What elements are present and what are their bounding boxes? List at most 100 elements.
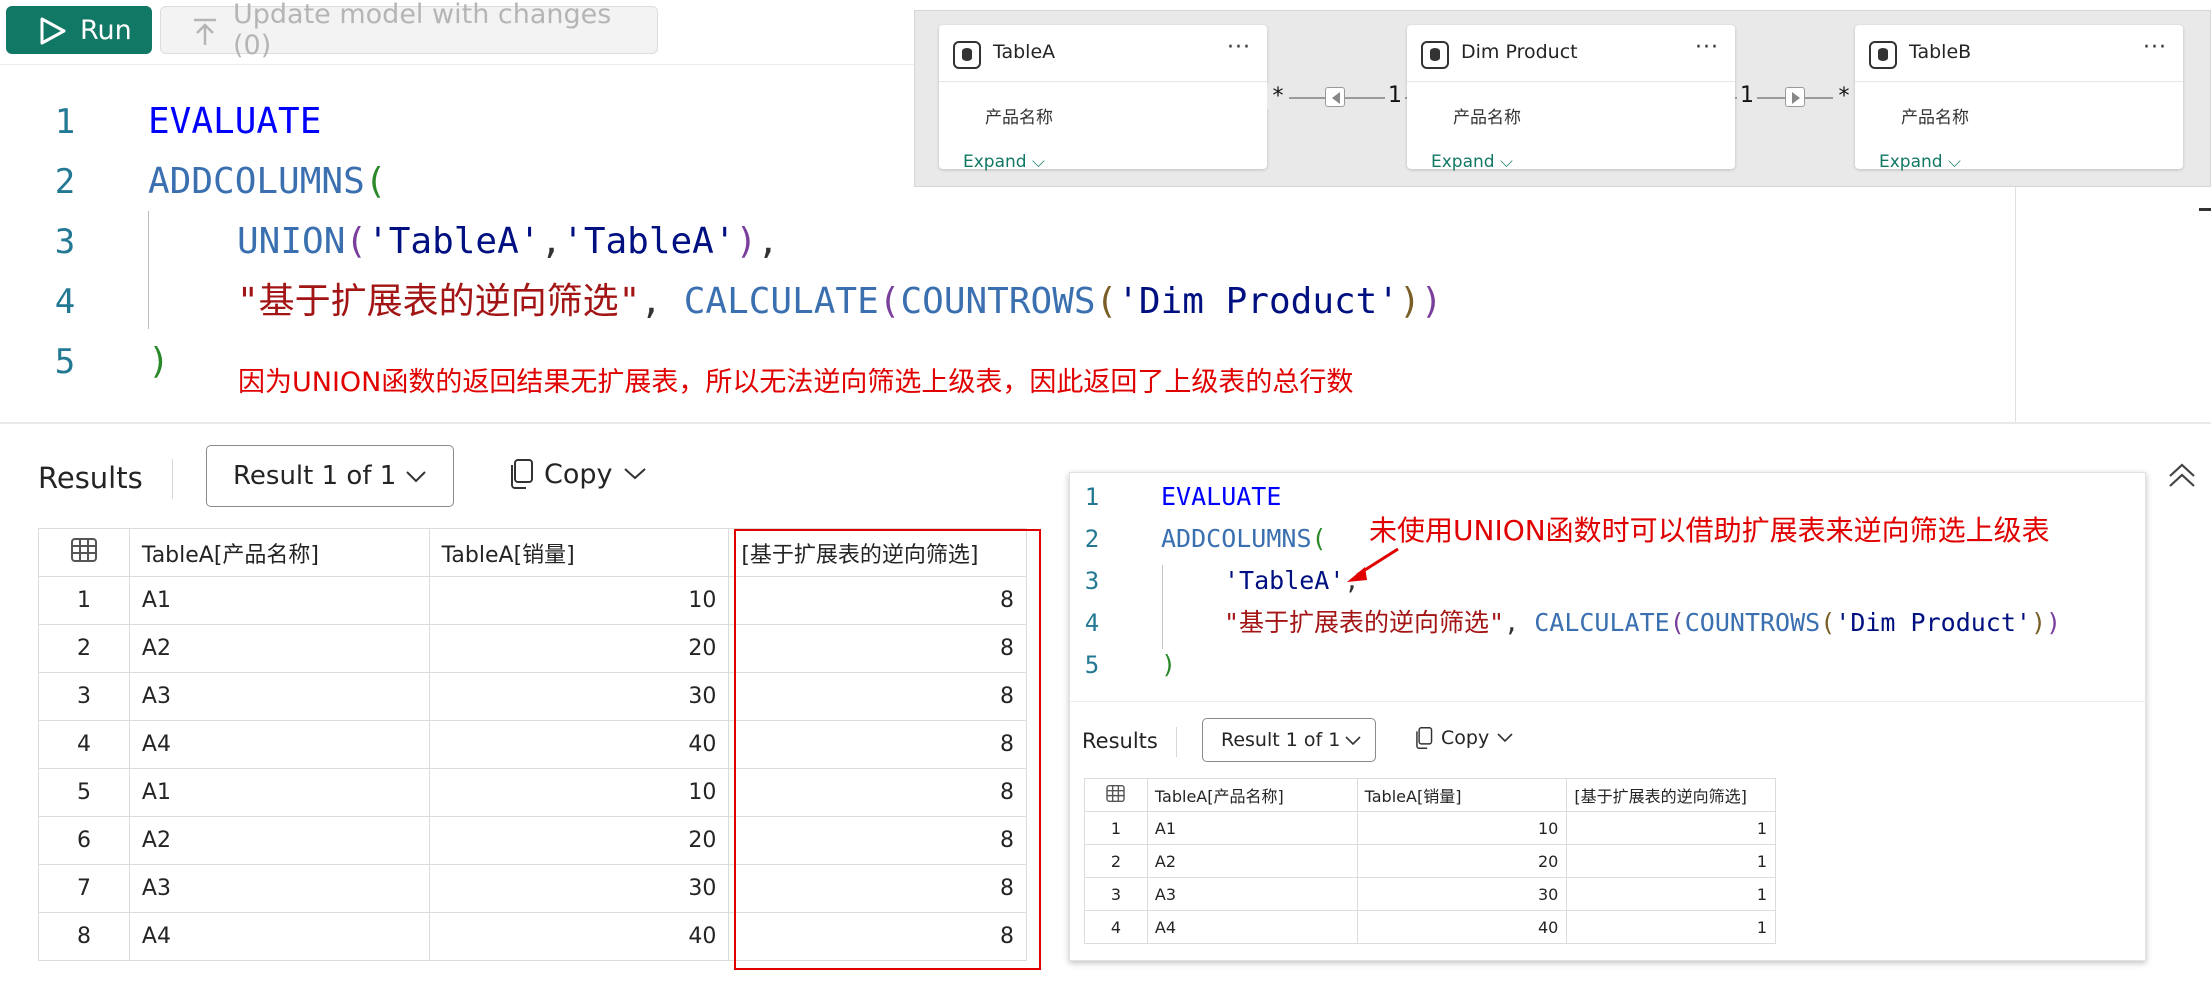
row-index: 8 <box>38 912 130 961</box>
more-options-icon[interactable]: ··· <box>2143 35 2167 60</box>
column-header[interactable]: TableA[销量] <box>428 528 730 577</box>
countrows-function: COUNTROWS <box>900 281 1096 322</box>
column-header[interactable]: [基于扩展表的逆向筛选] <box>1566 778 1776 812</box>
copy-icon <box>1416 727 1433 749</box>
collapse-chevron-icon[interactable] <box>2167 462 2197 488</box>
chevron-down-icon <box>1345 736 1361 746</box>
table-icon <box>953 41 981 69</box>
more-options-icon[interactable]: ··· <box>1227 35 1251 60</box>
grid-icon-cell <box>38 528 130 577</box>
expand-link[interactable]: Expand ⌵ <box>1431 152 1513 172</box>
panel-edge <box>2015 184 2016 424</box>
chevron-down-icon <box>406 471 426 483</box>
cell-sales: 10 <box>428 576 730 625</box>
cell-product: A2 <box>128 624 430 673</box>
copy-icon <box>511 459 533 489</box>
column-header[interactable]: TableA[销量] <box>1356 778 1568 812</box>
cell-product: A3 <box>128 672 430 721</box>
inset-results-table: TableA[产品名称] TableA[销量] [基于扩展表的逆向筛选] 1 A1… <box>1084 778 1776 944</box>
code-line-1: EVALUATE <box>148 92 321 152</box>
cell-sales: 40 <box>1356 910 1568 944</box>
code-line-5: ) <box>1161 650 1177 679</box>
code-line-2: ADDCOLUMNS( <box>1161 524 1327 553</box>
result-selector-dropdown[interactable]: Result 1 of 1 <box>1202 718 1376 762</box>
column-header[interactable]: TableA[产品名称] <box>1146 778 1358 812</box>
cell-product: A4 <box>128 720 430 769</box>
table-title: TableB <box>1909 41 1972 63</box>
result-selector-dropdown[interactable]: Result 1 of 1 <box>206 445 454 507</box>
table-card-tableb[interactable]: TableB ··· 产品名称 Expand ⌵ <box>1855 25 2183 172</box>
table-icon <box>1421 41 1449 69</box>
table-card-tablea[interactable]: TableA ··· 产品名称 Expand ⌵ <box>939 25 1267 172</box>
cell-value: 1 <box>1566 910 1776 944</box>
results-separator <box>172 459 173 499</box>
indent-guide <box>148 211 149 329</box>
table-icon <box>1869 41 1897 69</box>
cell-sales: 40 <box>428 912 730 961</box>
cell-product: A1 <box>128 768 430 817</box>
cell-sales: 20 <box>1356 844 1568 878</box>
run-button[interactable]: Run <box>6 6 152 54</box>
line-number: 5 <box>54 342 76 382</box>
cell-value: 1 <box>1566 844 1776 878</box>
annotation-arrow-icon <box>1347 547 1399 582</box>
result-selector-label: Result 1 of 1 <box>233 461 397 491</box>
cardinality-many: * <box>1833 84 1855 109</box>
cell-sales: 30 <box>1356 877 1568 911</box>
row-index: 7 <box>38 864 130 913</box>
results-title: Results <box>38 461 143 495</box>
line-number: 4 <box>54 282 76 322</box>
cell-product: A1 <box>1146 811 1358 845</box>
chevron-down-icon: ⌵ <box>1031 152 1045 172</box>
cell-sales: 30 <box>428 672 730 721</box>
table-title: Dim Product <box>1461 41 1578 63</box>
table-row: 1 A1 10 1 <box>1084 811 1776 845</box>
line-number: 3 <box>1084 567 1100 595</box>
run-label: Run <box>80 14 132 46</box>
cell-product: A2 <box>128 816 430 865</box>
scroll-marker <box>2199 208 2211 211</box>
highlight-box <box>734 529 1041 970</box>
code-line-1: EVALUATE <box>1161 476 1281 518</box>
column-header[interactable]: TableA[产品名称] <box>128 528 430 577</box>
model-diagram: TableA ··· 产品名称 Expand ⌵ * 1 Dim Product… <box>914 10 2211 187</box>
copy-label: Copy <box>1441 727 1490 749</box>
filter-direction-right-icon <box>1785 87 1805 107</box>
upload-arrow-icon <box>194 18 216 45</box>
inset-divider <box>1070 701 2147 702</box>
line-number: 2 <box>54 162 76 202</box>
table-header-row: TableA[产品名称] TableA[销量] [基于扩展表的逆向筛选] <box>1084 778 1776 812</box>
calculate-function: CALCULATE <box>1534 608 1670 637</box>
results-separator <box>1176 727 1177 757</box>
code-line-5: ) <box>148 341 170 382</box>
table-a-ref: 'TableA' <box>1224 566 1345 595</box>
table-grid-icon <box>1106 784 1126 802</box>
row-index: 3 <box>1084 877 1148 911</box>
table-title: TableA <box>993 41 1056 63</box>
editor-results-divider <box>0 422 2211 424</box>
code-line-3: 'TableA', <box>1224 560 1359 602</box>
table-card-dim-product[interactable]: Dim Product ··· 产品名称 Expand ⌵ <box>1407 25 1735 172</box>
more-options-icon[interactable]: ··· <box>1695 35 1719 60</box>
row-index: 2 <box>38 624 130 673</box>
copy-button[interactable]: Copy <box>1414 726 1513 750</box>
row-index: 1 <box>38 576 130 625</box>
row-index: 5 <box>38 768 130 817</box>
addcolumns-function: ADDCOLUMNS <box>148 161 365 202</box>
comparison-inset: 1 2 3 4 5 EVALUATE ADDCOLUMNS( 'TableA',… <box>1069 472 2147 961</box>
cell-sales: 30 <box>428 864 730 913</box>
expand-link[interactable]: Expand ⌵ <box>963 152 1045 172</box>
cell-sales: 20 <box>428 816 730 865</box>
cell-product: A4 <box>128 912 430 961</box>
code-line-2: ADDCOLUMNS( <box>148 161 387 202</box>
cardinality-one: 1 <box>1737 83 1757 108</box>
table-row: 4 A4 40 1 <box>1084 910 1776 944</box>
indent-guide <box>1162 565 1163 649</box>
line-number: 5 <box>1084 651 1100 679</box>
table-row: 3 A3 30 1 <box>1084 877 1776 911</box>
copy-button[interactable]: Copy <box>508 458 647 490</box>
expand-link[interactable]: Expand ⌵ <box>1879 152 1961 172</box>
line-number: 1 <box>54 102 76 142</box>
update-model-button[interactable]: Update model with changes (0) <box>160 0 658 61</box>
cell-value: 1 <box>1566 877 1776 911</box>
